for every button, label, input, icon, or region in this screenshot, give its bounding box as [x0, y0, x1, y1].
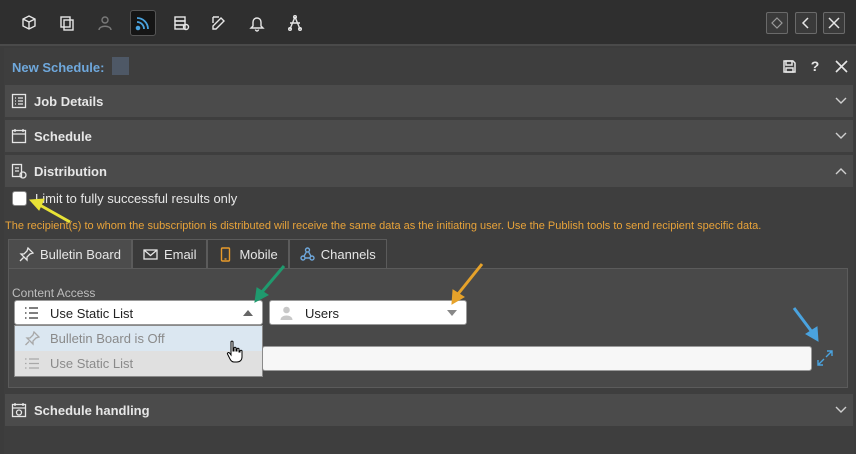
user-icon[interactable]	[92, 10, 118, 36]
cube-icon[interactable]	[16, 10, 42, 36]
diamond-icon[interactable]	[766, 12, 788, 34]
content-access-select[interactable]: Use Static List	[14, 300, 263, 325]
distribution-icon	[11, 163, 27, 179]
option-bulletin-off[interactable]: Bulletin Board is Off	[15, 326, 262, 351]
tab-label: Channels	[320, 247, 376, 262]
top-toolbar	[0, 0, 856, 46]
chevron-down-icon	[835, 97, 847, 104]
tab-channels[interactable]: Channels	[288, 239, 387, 269]
section-schedule-handling[interactable]: Schedule handling	[5, 394, 853, 426]
chevron-left-icon[interactable]	[795, 12, 817, 34]
mobile-icon	[221, 247, 231, 262]
calendar-icon	[11, 129, 27, 144]
schedule-panel: New Schedule: ? Job Details Schedule Dis…	[4, 48, 854, 454]
option-static-list[interactable]: Use Static List	[15, 351, 262, 376]
calendar-clock-icon	[11, 403, 27, 418]
network-icon[interactable]	[282, 10, 308, 36]
close-icon[interactable]	[823, 12, 845, 34]
user-icon	[280, 306, 293, 320]
envelope-icon	[143, 249, 158, 260]
list-icon	[11, 93, 27, 109]
content-access-value: Use Static List	[50, 306, 134, 321]
expand-icon[interactable]	[816, 349, 834, 367]
tab-label: Mobile	[239, 247, 278, 262]
copy-icon[interactable]	[54, 10, 80, 36]
tab-label: Email	[163, 247, 197, 262]
section-job-details[interactable]: Job Details	[5, 85, 853, 117]
section-label: Schedule	[34, 129, 92, 144]
section-label: Schedule handling	[34, 403, 150, 418]
chevron-down-icon	[835, 406, 847, 413]
section-label: Job Details	[34, 94, 104, 109]
rss-icon[interactable]	[130, 10, 156, 36]
option-label: Bulletin Board is Off	[50, 331, 165, 346]
pin-icon	[25, 331, 40, 346]
pencil-icon[interactable]	[206, 10, 232, 36]
hand-cursor-icon	[226, 340, 243, 363]
distribution-tabs: Bulletin Board Email Mobile Channels	[8, 239, 387, 269]
option-label: Use Static List	[50, 356, 134, 371]
tab-email[interactable]: Email	[131, 239, 208, 269]
close-icon[interactable]	[828, 56, 854, 76]
limit-successful-checkbox[interactable]	[12, 191, 27, 206]
tab-mobile[interactable]: Mobile	[207, 239, 289, 269]
content-access-label: Content Access	[12, 286, 96, 300]
chevron-down-icon	[835, 132, 847, 139]
schedule-name-field[interactable]	[112, 57, 129, 75]
users-value: Users	[305, 306, 339, 321]
limit-successful-label: Limit to fully successful results only	[35, 191, 238, 206]
save-icon[interactable]	[776, 56, 802, 76]
users-select[interactable]: Users	[269, 300, 467, 325]
chevron-up-icon	[835, 168, 847, 175]
section-label: Distribution	[34, 164, 107, 179]
section-distribution[interactable]: Distribution	[5, 155, 853, 187]
title-actions: ?	[776, 56, 854, 76]
help-button[interactable]: ?	[802, 56, 828, 76]
pin-icon	[19, 247, 34, 262]
caret-down-icon	[447, 310, 457, 316]
caret-up-icon	[243, 310, 253, 316]
panel-titlebar: New Schedule: ?	[4, 48, 854, 84]
database-icon[interactable]	[168, 10, 194, 36]
list-icon	[25, 307, 38, 319]
bell-icon[interactable]	[244, 10, 270, 36]
page-title: New Schedule:	[12, 60, 105, 75]
list-icon	[25, 358, 39, 369]
distribution-note: The recipient(s) to whom the subscriptio…	[5, 220, 762, 232]
static-list-field[interactable]	[262, 346, 812, 371]
channels-icon	[300, 247, 315, 261]
tab-bulletin-board[interactable]: Bulletin Board	[8, 239, 132, 269]
tab-label: Bulletin Board	[40, 247, 121, 262]
section-schedule[interactable]: Schedule	[5, 120, 853, 152]
